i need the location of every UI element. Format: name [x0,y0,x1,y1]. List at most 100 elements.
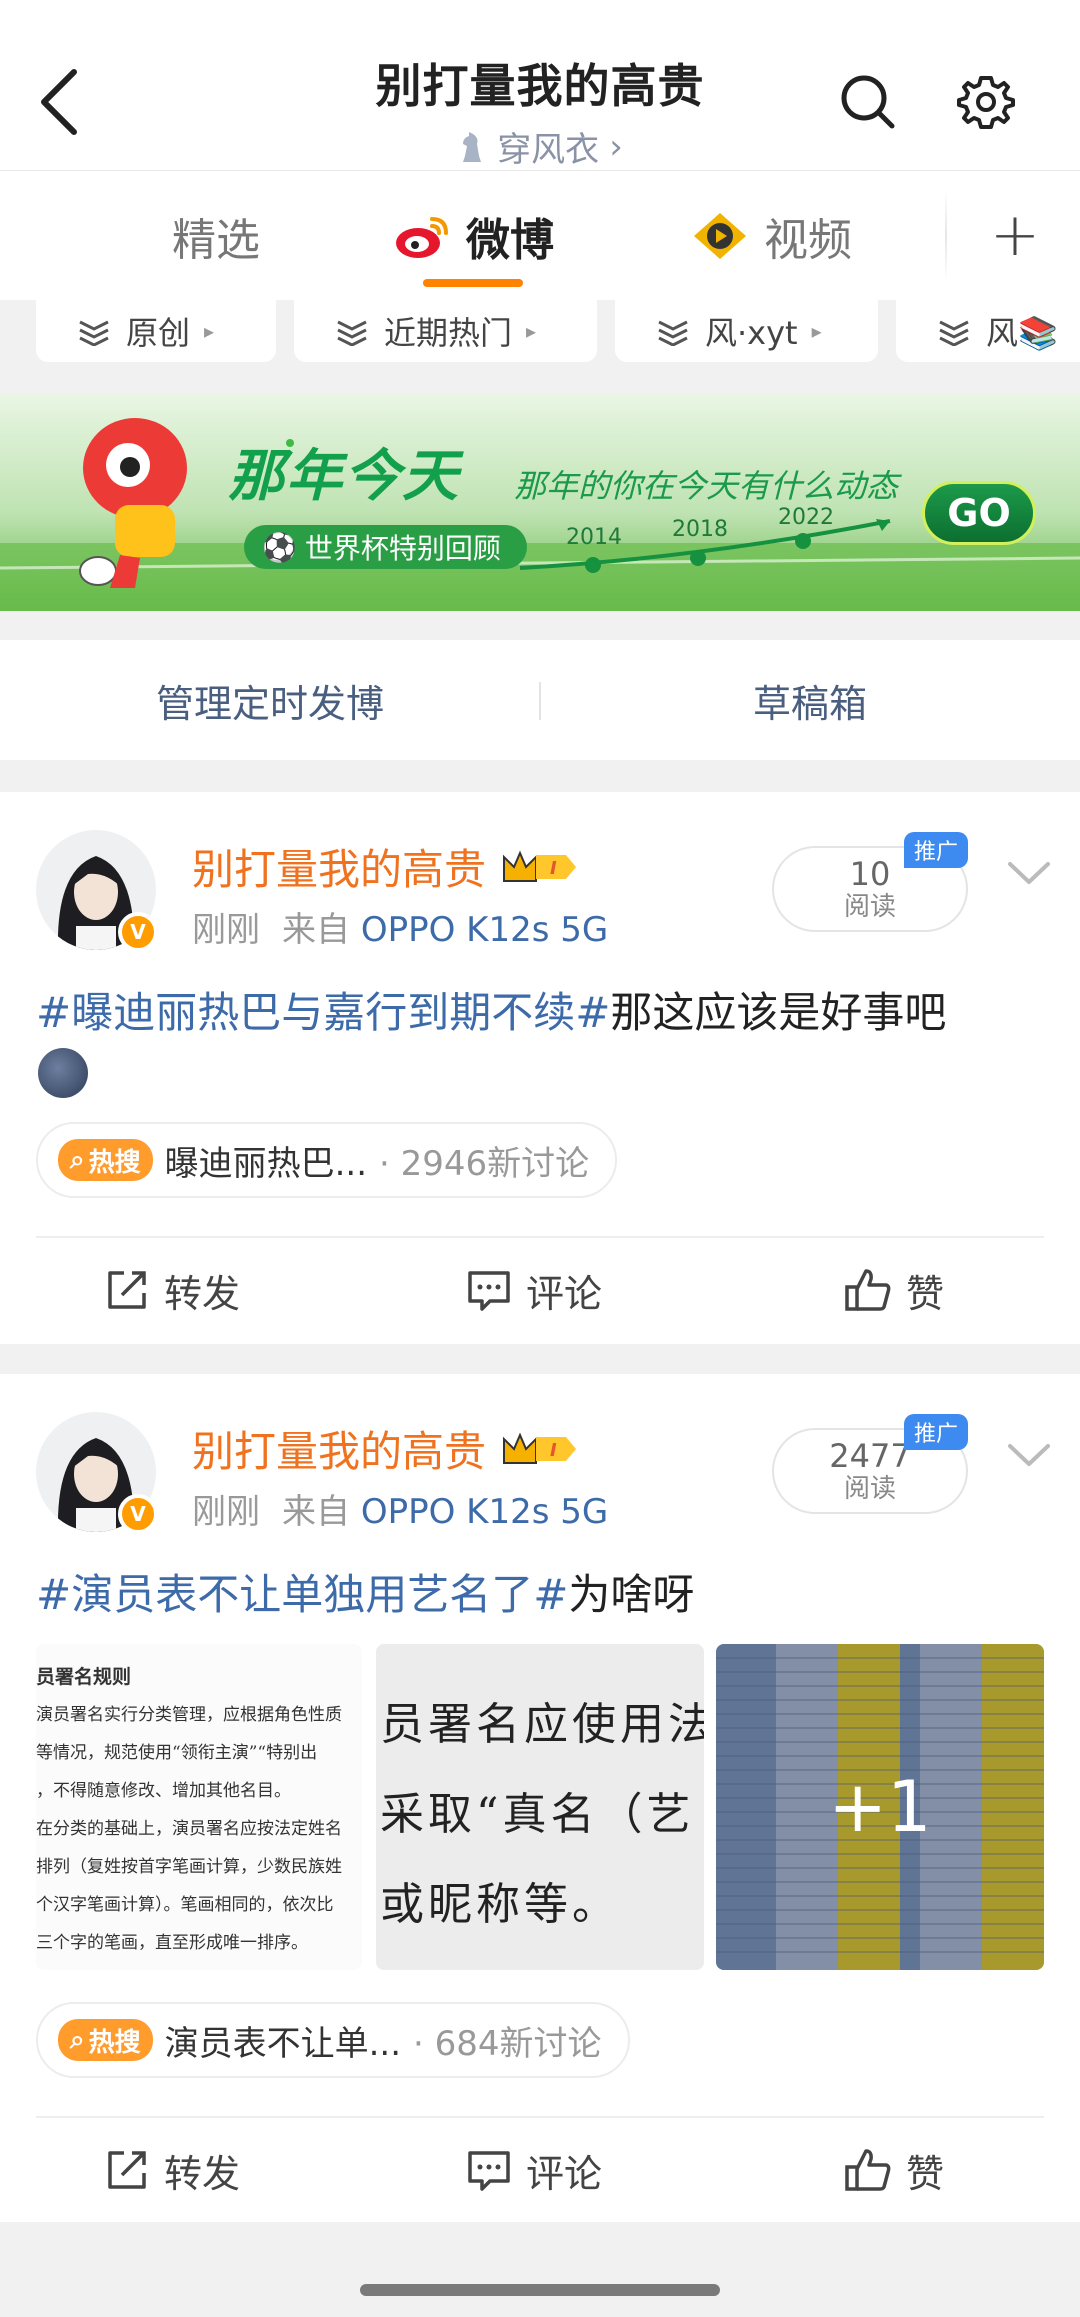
settings-button[interactable] [956,72,1016,132]
chip-label: 原创 [126,314,191,352]
profile-title-area: 别打量我的高贵 穿风衣 › [240,50,840,171]
page-title: 别打量我的高贵 [375,59,705,113]
image-text-line: 个汉字笔画计算）。笔画相同的，依次比 [36,1895,334,1915]
repost-button[interactable]: 转发 [104,1238,240,1342]
year-label: 2022 [778,505,834,530]
comment-button[interactable]: 评论 [466,1238,602,1342]
post-text: 那这应该是好事吧 [610,988,947,1037]
post-text: 为啥呀 [568,1570,695,1619]
hot-badge-label: 热搜 [88,2027,141,2058]
promote-badge[interactable]: 推广 [904,832,968,868]
image-text-line: 员署名规则 [36,1666,132,1688]
tab-video[interactable]: 视频 [690,201,852,271]
comment-button[interactable]: 评论 [466,2118,602,2222]
caret-right-icon: ▸ [526,319,537,343]
image-text-line: 员署名应使用法 [380,1699,704,1750]
chip-feng-xyt[interactable]: 风·xyt ▸ [615,300,878,362]
topic-link[interactable]: #曝迪丽热巴与嘉行到期不续# [36,988,610,1037]
top-bar: 别打量我的高贵 穿风衣 › [0,0,1080,170]
post-image[interactable]: +1 [716,1644,1044,1970]
hot-search-badge: ⌕ 热搜 [58,2019,153,2061]
layers-icon [658,320,688,346]
post-image[interactable]: 员署名规则 演员署名实行分类管理，应根据角色性质 等情况，规范使用“领衔主演”“… [36,1644,362,1970]
image-grid: 员署名规则 演员署名实行分类管理，应根据角色性质 等情况，规范使用“领衔主演”“… [36,1644,1044,1970]
post-meta: 刚刚 来自 OPPO K12s 5G [192,902,608,951]
image-text-lines: 员署名规则 演员署名实行分类管理，应根据角色性质 等情况，规范使用“领衔主演”“… [36,1644,362,1962]
like-button[interactable]: 赞 [844,1238,944,1342]
tab-weibo[interactable]: 微博 [392,201,554,271]
post-menu-button[interactable] [1004,854,1054,894]
chip-label: 风📚 [986,314,1058,352]
post-meta: 刚刚 来自 OPPO K12s 5G [192,1484,608,1533]
search-button[interactable] [838,72,898,132]
post-card: V 别打量我的高贵 I 刚刚 来自 OPPO K12s 5G 2477 阅读 推… [0,1374,1080,2222]
comment-icon [468,2151,510,2191]
hot-count: · 2946新讨论 [379,1143,590,1184]
chip-feng-books[interactable]: 风📚 [896,300,1080,362]
topic-link[interactable]: #演员表不让单独用艺名了# [36,1570,568,1619]
timeline-arrow [519,519,891,573]
author-name-row[interactable]: 别打量我的高贵 I [192,1418,580,1479]
chevron-right-icon: › [609,126,623,167]
search-icon [841,75,895,129]
video-play-icon [694,213,746,259]
like-label: 赞 [906,2151,945,2196]
scheduled-posts-button[interactable]: 管理定时发博 [0,640,540,760]
post-card: V 别打量我的高贵 I 刚刚 来自 OPPO K12s 5G 10 阅读 推广 … [0,792,1080,1344]
post-body: #演员表不让单独用艺名了#为啥呀 [36,1564,1046,1626]
verified-badge-icon: V [118,1494,158,1534]
more-images-count: +1 [828,1766,932,1848]
add-tab-button[interactable]: + [985,195,1045,275]
chip-label: 风·xyt [705,314,798,352]
image-text-line: ，不得随意修改、增加其他名目。 [36,1781,291,1801]
vip-crown-icon: I [503,849,577,882]
promote-badge[interactable]: 推广 [904,1414,968,1450]
source-prefix: 来自 [282,1492,350,1532]
tab-label: 视频 [764,215,852,266]
drafts-button[interactable]: 草稿箱 [540,640,1080,760]
post-menu-button[interactable] [1004,1436,1054,1476]
post-image[interactable]: 员署名应使用法 采取“真名（艺 或昵称等。 [376,1644,704,1970]
tab-featured[interactable]: 精选 [172,201,260,271]
post-actions: 转发 评论 赞 [36,2116,1044,2220]
back-button[interactable] [30,62,90,142]
image-text-line: 采取“真名（艺 [380,1789,695,1840]
chip-original[interactable]: 原创 ▸ [36,300,276,362]
gear-icon [957,76,1015,129]
moon-emoji-icon [38,1048,88,1098]
post-body: #曝迪丽热巴与嘉行到期不续#那这应该是好事吧 [36,982,1046,1044]
manage-row: 管理定时发博 草稿箱 [0,640,1080,760]
year-label: 2014 [566,525,622,550]
repost-button[interactable]: 转发 [104,2118,240,2222]
author-name: 别打量我的高贵 [192,845,487,894]
hot-search-pill[interactable]: ⌕ 热搜 曝迪丽热巴... · 2946新讨论 [36,1122,618,1198]
vip-crown-icon: I [503,1431,577,1464]
read-label: 阅读 [843,892,896,922]
caret-right-icon: ▸ [204,319,215,343]
post-time: 刚刚 [192,1492,260,1532]
memories-banner[interactable]: 那年今天 那年的你在今天有什么动态 ⚽ 世界杯特别回顾 2014 2018 20… [0,393,1080,611]
post-time: 刚刚 [192,910,260,950]
chip-label: 近期热门 [384,314,513,352]
chip-recent-hot[interactable]: 近期热门 ▸ [294,300,597,362]
comment-label: 评论 [526,1271,603,1316]
read-label: 阅读 [843,1474,896,1504]
chess-knight-icon [463,131,482,162]
hot-count: · 684新讨论 [413,2023,602,2064]
chevron-down-icon [1008,862,1050,884]
image-text-line: 等情况，规范使用“领衔主演”“特别出 [36,1743,318,1763]
year-label: 2018 [672,517,728,542]
author-name-row[interactable]: 别打量我的高贵 I [192,836,580,897]
go-button[interactable]: GO [922,481,1036,545]
subtitle-link[interactable]: 穿风衣 › [457,122,623,171]
active-tab-indicator [423,279,523,287]
home-indicator[interactable] [360,2284,720,2296]
like-button[interactable]: 赞 [844,2118,944,2222]
like-label: 赞 [906,1271,945,1316]
hot-search-badge: ⌕ 热搜 [58,1139,153,1181]
hot-topic: 演员表不让单... [164,2023,402,2064]
source-device: OPPO K12s 5G [360,910,609,950]
filter-chips: 原创 ▸ 近期热门 ▸ 风·xyt ▸ 风📚 [0,300,1080,380]
hot-search-pill[interactable]: ⌕ 热搜 演员表不让单... · 684新讨论 [36,2002,630,2078]
chevron-down-icon [1008,1444,1050,1466]
